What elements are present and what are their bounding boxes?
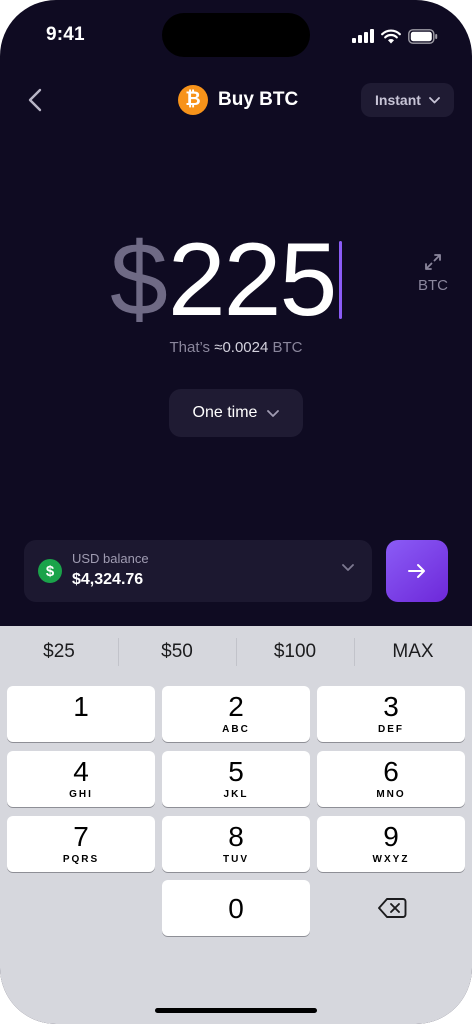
balance-label: USD balance bbox=[72, 551, 149, 566]
key-digit: 7 bbox=[73, 821, 89, 852]
wifi-icon bbox=[381, 29, 401, 43]
amount-currency-symbol: $ bbox=[110, 222, 168, 338]
frequency-select-label: One time bbox=[192, 404, 258, 421]
key-4[interactable]: 4 GHI bbox=[7, 751, 155, 807]
arrow-right-icon bbox=[408, 564, 425, 578]
toggle-currency-label: BTC bbox=[418, 277, 448, 294]
quick-amount-25[interactable]: $25 bbox=[0, 626, 118, 678]
key-2[interactable]: 2 ABC bbox=[162, 686, 310, 742]
status-time: 9:41 bbox=[46, 24, 85, 45]
quick-amount-row: $25 $50 $100 MAX bbox=[0, 626, 472, 678]
chevron-left-icon bbox=[28, 88, 42, 112]
home-indicator bbox=[155, 1008, 317, 1013]
header-title: ₿ Buy BTC bbox=[178, 84, 298, 116]
delete-key[interactable] bbox=[318, 880, 466, 936]
key-digit: 1 bbox=[73, 691, 89, 722]
key-8[interactable]: 8 TUV bbox=[162, 816, 310, 872]
key-letters: MNO bbox=[376, 789, 406, 800]
key-letters: TUV bbox=[223, 854, 249, 865]
key-letters: DEF bbox=[378, 724, 404, 735]
dollar-icon: $ bbox=[38, 559, 62, 583]
cellular-signal-icon bbox=[352, 29, 374, 43]
equivalent-unit: BTC bbox=[272, 339, 303, 356]
text-caret bbox=[339, 241, 343, 319]
amount-value: 225 bbox=[167, 222, 338, 338]
key-digit: 4 bbox=[73, 756, 89, 787]
dynamic-island bbox=[162, 13, 310, 57]
key-letters: JKL bbox=[223, 789, 249, 800]
numeric-keypad: $25 $50 $100 MAX 1 2 ABC 3 DEF 4 GHI 5 J… bbox=[0, 626, 472, 1024]
key-letters: GHI bbox=[69, 789, 93, 800]
key-digit: 0 bbox=[228, 893, 244, 924]
key-digit: 2 bbox=[228, 691, 244, 722]
crypto-equivalent: That’s ≈0.0024 BTC bbox=[0, 339, 472, 356]
key-digit: 6 bbox=[383, 756, 399, 787]
page-title: Buy BTC bbox=[218, 89, 299, 110]
key-letters: PQRS bbox=[62, 854, 100, 865]
chevron-down-icon bbox=[342, 564, 354, 571]
key-6[interactable]: 6 MNO bbox=[317, 751, 465, 807]
balance-value: $4,324.76 bbox=[72, 571, 144, 588]
continue-button[interactable] bbox=[386, 540, 448, 602]
toggle-currency-button[interactable]: BTC bbox=[410, 253, 456, 305]
backspace-icon bbox=[378, 898, 407, 918]
phone-screen: 9:41 ₿ Buy BTC Instant $ 225 BTC That’s … bbox=[0, 0, 472, 1024]
key-1[interactable]: 1 bbox=[7, 686, 155, 742]
quick-amount-max[interactable]: MAX bbox=[354, 626, 472, 678]
bitcoin-logo-icon: ₿ bbox=[178, 85, 208, 115]
key-5[interactable]: 5 JKL bbox=[162, 751, 310, 807]
equivalent-value: ≈0.0024 bbox=[214, 339, 269, 356]
frequency-select[interactable]: One time bbox=[169, 389, 303, 437]
quick-amount-100[interactable]: $100 bbox=[236, 626, 354, 678]
status-icons bbox=[352, 26, 438, 46]
key-digit: 5 bbox=[228, 756, 244, 787]
back-button[interactable] bbox=[18, 80, 52, 120]
quick-amount-50[interactable]: $50 bbox=[118, 626, 236, 678]
swap-arrows-icon bbox=[425, 254, 441, 270]
amount-display: $ 225 bbox=[110, 220, 343, 340]
chevron-down-icon bbox=[429, 96, 440, 103]
key-letters: ABC bbox=[222, 724, 250, 735]
key-letters: WXYZ bbox=[372, 854, 410, 865]
key-digit: 3 bbox=[383, 691, 399, 722]
chevron-down-icon bbox=[267, 409, 280, 417]
speed-select-label: Instant bbox=[375, 92, 421, 108]
key-3[interactable]: 3 DEF bbox=[317, 686, 465, 742]
key-7[interactable]: 7 PQRS bbox=[7, 816, 155, 872]
key-digit: 9 bbox=[383, 821, 399, 852]
speed-select[interactable]: Instant bbox=[361, 83, 454, 117]
key-9[interactable]: 9 WXYZ bbox=[317, 816, 465, 872]
payment-source-select[interactable]: $ USD balance $4,324.76 bbox=[24, 540, 372, 602]
key-digit: 8 bbox=[228, 821, 244, 852]
battery-icon bbox=[408, 28, 438, 44]
equivalent-prefix: That’s bbox=[169, 339, 211, 356]
key-0[interactable]: 0 bbox=[162, 880, 310, 936]
